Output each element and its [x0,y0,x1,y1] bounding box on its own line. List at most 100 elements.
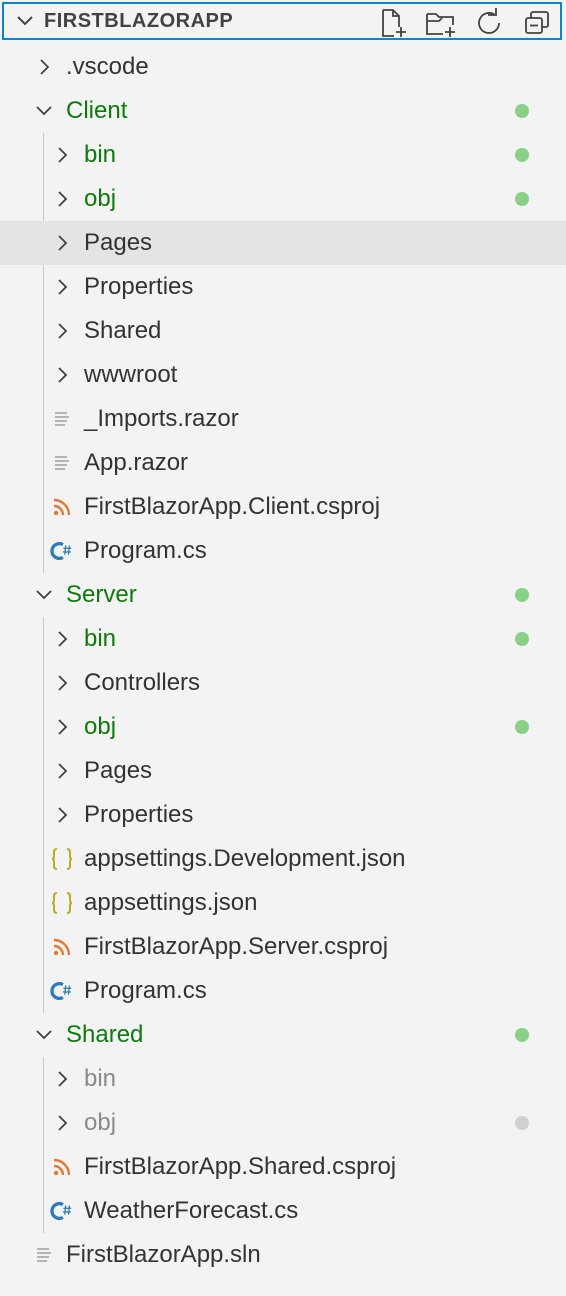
tree-item-label: bin [84,141,117,168]
tree-item-bin[interactable]: bin [0,133,566,177]
tree-item-appsettings-json[interactable]: appsettings.json [0,881,566,925]
tree-item-label: Shared [84,317,162,344]
tree-item-label: FirstBlazorApp.sln [66,1241,261,1268]
chevron-right-icon[interactable] [50,1111,74,1135]
header-actions [376,8,554,38]
tree-item-label: WeatherForecast.cs [84,1197,299,1224]
chevron-down-icon[interactable] [14,10,36,32]
tree-item-program-cs[interactable]: Program.cs [0,529,566,573]
tree-item-label: obj [84,1109,117,1136]
chevron-right-icon[interactable] [50,231,74,255]
git-status-dot [515,588,529,602]
tree-item-label: obj [84,185,117,212]
tree-item-vscode[interactable]: .vscode [0,45,566,89]
tree-item-label: FirstBlazorApp.Client.csproj [84,493,381,520]
tree-item-label: Program.cs [84,537,207,564]
tree-item-label: Properties [84,273,194,300]
tree-item-label: bin [84,1065,117,1092]
text-file-icon [32,1243,56,1267]
tree-item-firstblazorapp-sln[interactable]: FirstBlazorApp.sln [0,1233,566,1277]
tree-item-label: Program.cs [84,977,207,1004]
tree-item-server[interactable]: Server [0,573,566,617]
tree-item-controllers[interactable]: Controllers [0,661,566,705]
git-status-dot [515,632,529,646]
tree-item-label: _Imports.razor [84,405,239,432]
new-folder-icon[interactable] [424,8,458,38]
chevron-right-icon[interactable] [50,627,74,651]
chevron-right-icon[interactable] [50,319,74,343]
text-file-icon [50,451,74,475]
tree-item-label: .vscode [66,53,149,80]
tree-item-label: wwwroot [84,361,178,388]
tree-item-label: Client [66,97,128,124]
tree-item-label: App.razor [84,449,189,476]
json-braces-icon [50,891,74,915]
tree-item-label: Properties [84,801,194,828]
chevron-right-icon[interactable] [50,187,74,211]
tree-item-wwwroot[interactable]: wwwroot [0,353,566,397]
csharp-icon [50,539,74,563]
rss-icon [50,1155,74,1179]
new-file-icon[interactable] [376,8,410,38]
chevron-right-icon[interactable] [50,363,74,387]
tree-item-pages[interactable]: Pages [0,221,566,265]
chevron-right-icon[interactable] [50,671,74,695]
tree-item-firstblazorapp-server-csproj[interactable]: FirstBlazorApp.Server.csproj [0,925,566,969]
tree-item-properties[interactable]: Properties [0,265,566,309]
tree-item-label: Server [66,581,137,608]
git-status-dot [515,720,529,734]
tree-item-bin[interactable]: bin [0,617,566,661]
csharp-icon [50,979,74,1003]
tree-item-label: Shared [66,1021,144,1048]
tree-item-pages[interactable]: Pages [0,749,566,793]
tree-item-app-razor[interactable]: App.razor [0,441,566,485]
json-braces-icon [50,847,74,871]
tree-item-client[interactable]: Client [0,89,566,133]
chevron-right-icon[interactable] [50,143,74,167]
git-status-dot [515,1116,529,1130]
tree-item-firstblazorapp-client-csproj[interactable]: FirstBlazorApp.Client.csproj [0,485,566,529]
chevron-right-icon[interactable] [50,275,74,299]
tree-item-label: bin [84,625,117,652]
tree-item-obj[interactable]: obj [0,177,566,221]
csharp-icon [50,1199,74,1223]
tree-item-properties[interactable]: Properties [0,793,566,837]
tree-item-bin[interactable]: bin [0,1057,566,1101]
tree-item-firstblazorapp-shared-csproj[interactable]: FirstBlazorApp.Shared.csproj [0,1145,566,1189]
tree-item-weatherforecast-cs[interactable]: WeatherForecast.cs [0,1189,566,1233]
tree-item-label: Pages [84,757,153,784]
explorer-panel: FIRSTBLAZORAPP .vscode Client bin obj Pa… [0,0,566,1296]
tree-item-label: FirstBlazorApp.Server.csproj [84,933,389,960]
git-status-dot [515,1028,529,1042]
tree-item-shared[interactable]: Shared [0,309,566,353]
chevron-right-icon[interactable] [50,759,74,783]
chevron-right-icon[interactable] [32,55,56,79]
tree-item-label: appsettings.json [84,889,258,916]
tree-item-appsettings-development-json[interactable]: appsettings.Development.json [0,837,566,881]
git-status-dot [515,104,529,118]
tree-item-obj[interactable]: obj [0,1101,566,1145]
tree-item-program-cs[interactable]: Program.cs [0,969,566,1013]
explorer-section-header[interactable]: FIRSTBLAZORAPP [2,2,562,40]
tree-item-imports-razor[interactable]: _Imports.razor [0,397,566,441]
chevron-right-icon[interactable] [50,1067,74,1091]
tree-item-label: Pages [84,229,153,256]
text-file-icon [50,407,74,431]
git-status-dot [515,148,529,162]
collapse-all-icon[interactable] [520,8,554,38]
chevron-right-icon[interactable] [50,715,74,739]
rss-icon [50,935,74,959]
tree-item-label: Controllers [84,669,201,696]
tree-item-label: appsettings.Development.json [84,845,406,872]
tree-item-obj[interactable]: obj [0,705,566,749]
chevron-down-icon[interactable] [32,99,56,123]
git-status-dot [515,192,529,206]
rss-icon [50,495,74,519]
chevron-down-icon[interactable] [32,1023,56,1047]
chevron-right-icon[interactable] [50,803,74,827]
tree-item-label: FirstBlazorApp.Shared.csproj [84,1153,397,1180]
tree-item-shared[interactable]: Shared [0,1013,566,1057]
refresh-icon[interactable] [472,8,506,38]
workspace-title: FIRSTBLAZORAPP [44,9,234,32]
chevron-down-icon[interactable] [32,583,56,607]
